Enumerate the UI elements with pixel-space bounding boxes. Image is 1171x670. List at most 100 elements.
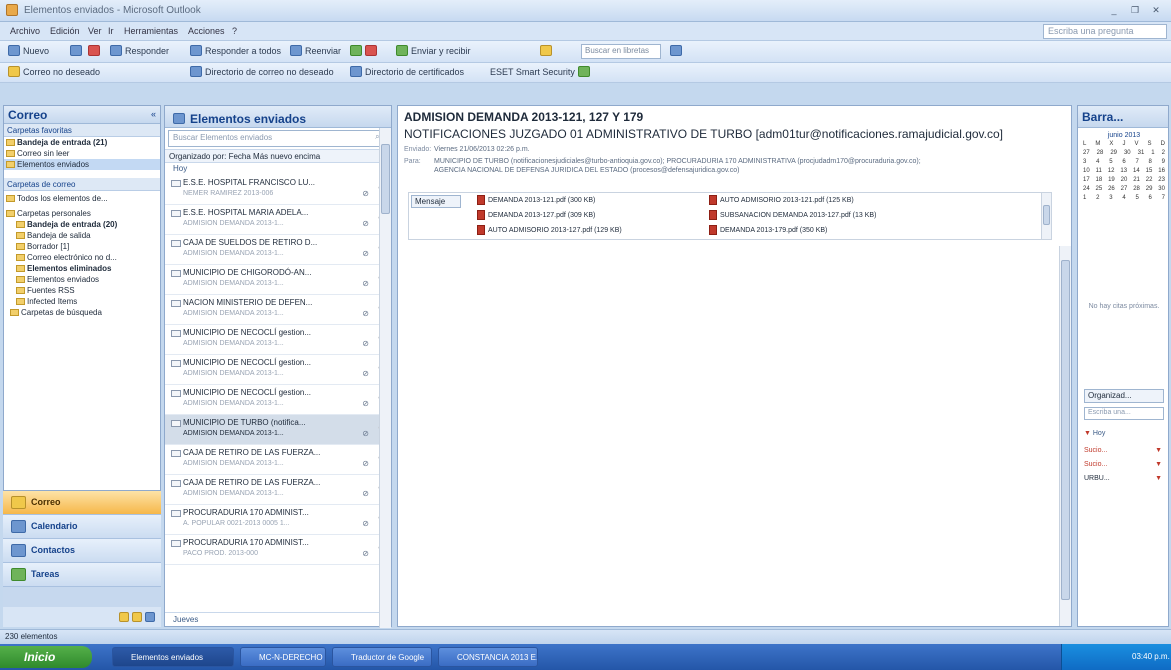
delete-button[interactable]: [88, 45, 100, 56]
reply-all-button[interactable]: Responder a todos: [190, 45, 281, 56]
task-item[interactable]: Sucio... ▼: [1084, 461, 1164, 473]
calendar-day[interactable]: 20: [1121, 177, 1128, 186]
list-scroll-thumb[interactable]: [381, 144, 390, 214]
calendar-day[interactable]: 21: [1133, 177, 1140, 186]
calendar-day[interactable]: 28: [1097, 150, 1104, 159]
calendar-day[interactable]: 13: [1120, 168, 1127, 177]
group-today[interactable]: Hoy: [165, 163, 391, 175]
list-search-input[interactable]: Buscar Elementos enviados⌕▾: [168, 130, 388, 147]
calendar-day[interactable]: 27: [1083, 150, 1090, 159]
table-row[interactable]: PROCURADURIA 170 ADMINIST... PACO PROD. 2…: [165, 535, 391, 565]
mail-folders-header[interactable]: Carpetas de correo: [4, 178, 160, 191]
calendar-day[interactable]: 25: [1096, 186, 1103, 195]
nav-tasks-button[interactable]: Tareas: [3, 563, 161, 587]
taskbar-document[interactable]: CONSTANCIA 2013 E...: [438, 647, 538, 667]
menu-ir[interactable]: Ir: [108, 26, 114, 36]
calendar-day[interactable]: 2: [1162, 150, 1165, 159]
calendar-day[interactable]: 11: [1096, 168, 1102, 177]
to-value-1[interactable]: MUNICIPIO DE TURBO (notificacionesjudici…: [434, 158, 921, 165]
message-sender[interactable]: NOTIFICACIONES JUZGADO 01 ADMINISTRATIVO…: [404, 127, 1066, 141]
attachment[interactable]: DEMANDA 2013-121.pdf (300 KB): [477, 195, 595, 205]
menu-archivo[interactable]: Archivo: [10, 26, 40, 36]
table-row[interactable]: CAJA DE SUELDOS DE RETIRO D... ADMISION D…: [165, 235, 391, 265]
help-search-input[interactable]: Escriba una pregunta: [1043, 24, 1167, 39]
calendar-day[interactable]: 7: [1162, 195, 1165, 204]
calendar-day[interactable]: 7: [1135, 159, 1138, 168]
task-arrange-header[interactable]: Organizad...: [1084, 389, 1164, 403]
close-button[interactable]: ✕: [1147, 3, 1165, 17]
date-navigator[interactable]: junio 2013 L M X J V S D 27 28 29 30 31 1 2 3 4 5 6 7 8 9 10 1…: [1080, 132, 1168, 204]
menu-help[interactable]: ?: [232, 26, 237, 36]
clock[interactable]: 03:40 p.m.: [1132, 652, 1170, 661]
table-row[interactable]: MUNICIPIO DE CHIGORODÓ-AN... ADMISION DEM…: [165, 265, 391, 295]
taskbar-translator[interactable]: Traductor de Google: [332, 647, 432, 667]
reply-button[interactable]: Responder: [110, 45, 169, 56]
collapse-icon[interactable]: «: [151, 109, 156, 119]
calendar-day[interactable]: 15: [1146, 168, 1153, 177]
calendar-day[interactable]: 22: [1146, 177, 1153, 186]
fav-sent[interactable]: Elementos enviados: [4, 159, 160, 170]
favorites-header[interactable]: Carpetas favoritas: [4, 124, 160, 137]
tree-inbox[interactable]: Bandeja de entrada (20): [4, 219, 160, 230]
todo-header[interactable]: Barra...: [1078, 106, 1168, 128]
folder-list-icon[interactable]: [132, 612, 142, 622]
message-tab-button[interactable]: Mensaje: [411, 195, 461, 208]
tree-infected[interactable]: Infected Items: [4, 296, 160, 307]
calendar-day[interactable]: 3: [1109, 195, 1112, 204]
calendar-day[interactable]: 19: [1108, 177, 1115, 186]
attachments-scrollbar[interactable]: [1041, 193, 1051, 239]
tree-rss[interactable]: Fuentes RSS: [4, 285, 160, 296]
calendar-day[interactable]: 5: [1109, 159, 1112, 168]
attachments-scroll-thumb[interactable]: [1043, 205, 1050, 225]
junk-button[interactable]: Correo no deseado: [8, 66, 100, 77]
table-row[interactable]: PROCURADURIA 170 ADMINIST... A. POPULAR 0…: [165, 505, 391, 535]
calendar-day[interactable]: 31: [1138, 150, 1145, 159]
fav-inbox[interactable]: Bandeja de entrada (21): [4, 137, 160, 148]
table-row[interactable]: MUNICIPIO DE NECOCLÍ gestion... ADMISION …: [165, 355, 391, 385]
reading-scrollbar[interactable]: [1059, 246, 1071, 626]
taskbar-outlook[interactable]: Elementos enviados: [112, 647, 234, 667]
task-flag-icon[interactable]: ▼: [1155, 475, 1162, 482]
table-row[interactable]: MUNICIPIO DE NECOCLÍ gestion... ADMISION …: [165, 385, 391, 415]
tree-deleted[interactable]: Elementos eliminados: [4, 263, 160, 274]
table-row[interactable]: CAJA DE RETIRO DE LAS FUERZA... ADMISION …: [165, 445, 391, 475]
calendar-day[interactable]: 26: [1108, 186, 1115, 195]
calendar-day[interactable]: 3: [1083, 159, 1086, 168]
maximize-button[interactable]: ❐: [1126, 3, 1144, 17]
print-button[interactable]: [70, 45, 82, 56]
tree-personal[interactable]: Carpetas personales: [4, 208, 160, 219]
tree-sent[interactable]: Elementos enviados: [4, 274, 160, 285]
minimize-button[interactable]: _: [1105, 3, 1123, 17]
notes-icon[interactable]: [119, 612, 129, 622]
menu-edicion[interactable]: Edición: [50, 26, 80, 36]
calendar-day[interactable]: 30: [1124, 150, 1131, 159]
calendar-day[interactable]: 8: [1149, 159, 1152, 168]
table-row[interactable]: CAJA DE RETIRO DE LAS FUERZA... ADMISION …: [165, 475, 391, 505]
junk-directory-button[interactable]: Directorio de correo no deseado: [190, 66, 334, 77]
menu-ver[interactable]: Ver: [88, 26, 102, 36]
task-group-today[interactable]: ▼ Hoy: [1084, 430, 1164, 442]
tree-search-folders[interactable]: Carpetas de búsqueda: [4, 307, 160, 318]
fav-unread[interactable]: Correo sin leer: [4, 148, 160, 159]
task-flag-icon[interactable]: ▼: [1155, 447, 1162, 454]
nav-calendar-button[interactable]: Calendario: [3, 515, 161, 539]
taskbar-folder[interactable]: MC-N-DERECHO: [240, 647, 326, 667]
help-button[interactable]: [670, 45, 682, 56]
eset-button[interactable]: ESET Smart Security: [490, 66, 590, 77]
send-receive-button[interactable]: Enviar y recibir: [396, 45, 471, 56]
address-book-button[interactable]: [540, 45, 552, 56]
attachment[interactable]: AUTO ADMISORIO 2013-127.pdf (129 KB): [477, 225, 622, 235]
calendar-day[interactable]: 14: [1133, 168, 1140, 177]
calendar-day[interactable]: 17: [1083, 177, 1090, 186]
to-value-2[interactable]: AGENCIA NACIONAL DE DEFENSA JURIDICA DEL…: [434, 167, 739, 174]
menu-herramientas[interactable]: Herramientas: [124, 26, 178, 36]
attachment[interactable]: AUTO ADMISORIO 2013-121.pdf (125 KB): [709, 195, 854, 205]
forward-button[interactable]: Reenviar: [290, 45, 341, 56]
table-row[interactable]: MUNICIPIO DE TURBO (notifica... ADMISION …: [165, 415, 391, 445]
tree-junk[interactable]: Correo electrónico no d...: [4, 252, 160, 263]
attachment[interactable]: DEMANDA 2013-127.pdf (309 KB): [477, 210, 595, 220]
attachment[interactable]: SUBSANACION DEMANDA 2013-127.pdf (13 KB): [709, 210, 876, 220]
calendar-day[interactable]: 23: [1158, 177, 1165, 186]
categorize-button[interactable]: [350, 45, 377, 56]
calendar-day[interactable]: 2: [1096, 195, 1099, 204]
